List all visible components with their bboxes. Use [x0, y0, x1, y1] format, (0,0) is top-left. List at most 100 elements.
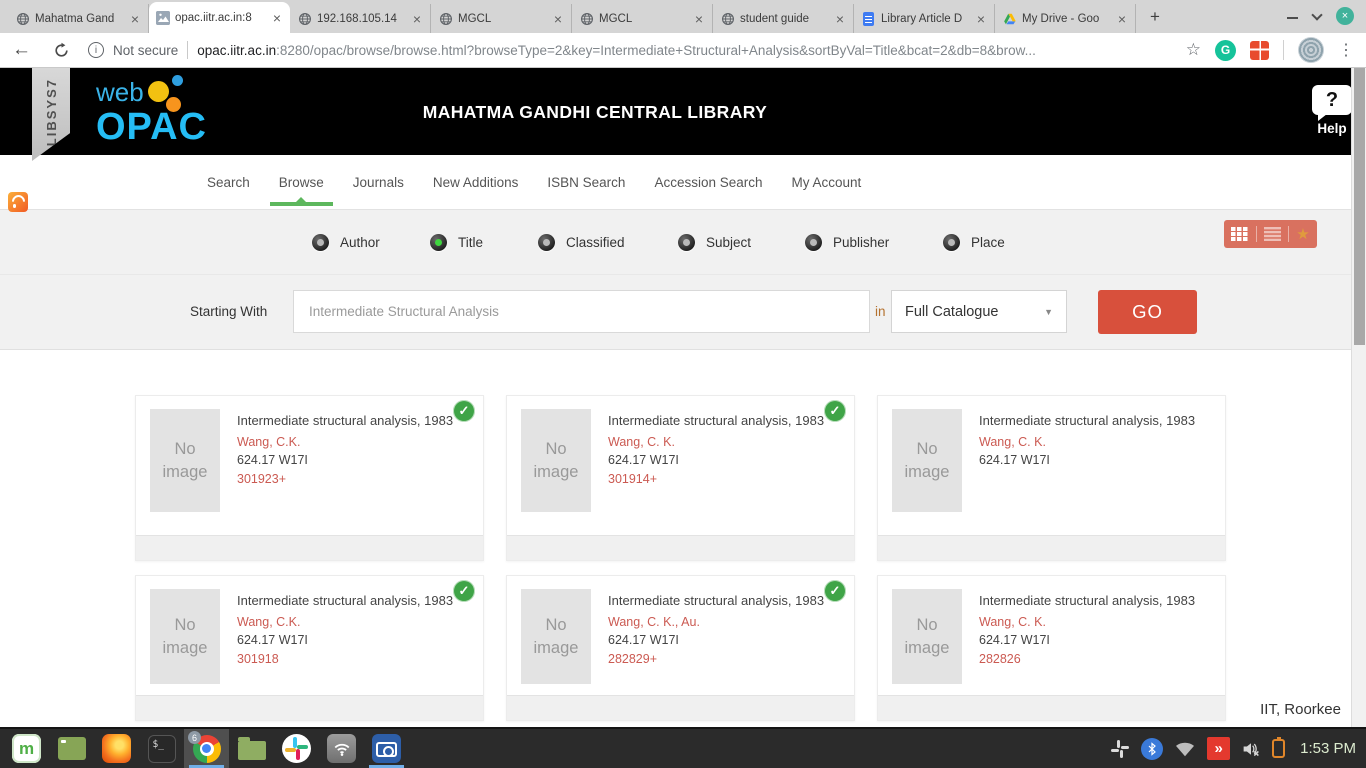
browser-menu-icon[interactable]: ⋮: [1338, 40, 1354, 60]
radio-icon[interactable]: [943, 234, 960, 251]
clock[interactable]: 1:53 PM: [1300, 740, 1356, 757]
radio-publisher[interactable]: Publisher: [805, 234, 889, 251]
nav-item-browse[interactable]: Browse: [279, 155, 324, 209]
result-card[interactable]: ✓ Noimage Intermediate structural analys…: [506, 395, 855, 561]
browser-tab-ip[interactable]: 192.168.105.14 ×: [290, 4, 431, 33]
book-call-number: 624.17 W17I: [979, 631, 1195, 650]
profile-avatar[interactable]: [1298, 37, 1324, 63]
screen: Mahatma Gand × opac.iitr.ac.in:8 × 192.1…: [0, 0, 1366, 768]
book-author[interactable]: Wang, C.K.: [237, 613, 453, 632]
grid-view-icon[interactable]: [1231, 227, 1248, 241]
result-card[interactable]: ✓ Noimage Intermediate structural analys…: [877, 575, 1226, 721]
browser-tab-mgcl-2[interactable]: MGCL ×: [572, 4, 713, 33]
restore-icon[interactable]: [1311, 9, 1322, 20]
book-accession[interactable]: 301918: [237, 650, 453, 669]
tab-close-icon[interactable]: ×: [129, 12, 141, 26]
nav-item-accession-search[interactable]: Accession Search: [654, 155, 762, 209]
firefox-icon[interactable]: [94, 729, 139, 768]
book-accession[interactable]: 282829+: [608, 650, 824, 669]
radio-subject[interactable]: Subject: [678, 234, 751, 251]
browser-tab-mgcl-1[interactable]: MGCL ×: [431, 4, 572, 33]
address-bar[interactable]: i Not secure opac.iitr.ac.in:8280/opac/b…: [88, 41, 1174, 59]
book-title: Intermediate structural analysis, 1983: [979, 591, 1195, 611]
list-view-icon[interactable]: [1264, 227, 1281, 241]
grammarly-extension-icon[interactable]: G: [1215, 40, 1236, 61]
nav-item-search[interactable]: Search: [207, 155, 250, 209]
book-author[interactable]: Wang, C.K.: [237, 433, 453, 452]
browser-tab-mahatma[interactable]: Mahatma Gand ×: [8, 4, 149, 33]
radio-author[interactable]: Author: [312, 234, 380, 251]
reload-icon[interactable]: [53, 42, 70, 59]
result-card[interactable]: ✓ Noimage Intermediate structural analys…: [506, 575, 855, 721]
book-accession[interactable]: 282826: [979, 650, 1195, 669]
tab-close-icon[interactable]: ×: [271, 11, 283, 25]
libsys-label: LIBSYS7: [44, 78, 59, 146]
volume-muted-icon[interactable]: [1241, 740, 1261, 758]
tab-close-icon[interactable]: ×: [411, 12, 423, 26]
slack-icon[interactable]: [274, 729, 319, 768]
book-accession[interactable]: 301923+: [237, 470, 453, 489]
radio-title[interactable]: Title: [430, 234, 483, 251]
help-icon[interactable]: ?: [1312, 85, 1352, 115]
browser-tab-my-drive[interactable]: My Drive - Goo ×: [995, 4, 1136, 33]
minimize-icon[interactable]: [1287, 17, 1298, 19]
radio-icon[interactable]: [312, 234, 329, 251]
result-card[interactable]: ✓ Noimage Intermediate structural analys…: [135, 575, 484, 721]
wifi-icon[interactable]: [1174, 740, 1196, 758]
tab-close-icon[interactable]: ×: [834, 12, 846, 26]
rss-icon[interactable]: [8, 192, 28, 212]
tab-close-icon[interactable]: ×: [552, 12, 564, 26]
radio-icon[interactable]: [430, 234, 447, 251]
webopac-logo[interactable]: web OPAC: [96, 79, 207, 146]
show-desktop-icon[interactable]: [49, 729, 94, 768]
battery-icon[interactable]: [1272, 739, 1285, 758]
extension-icon[interactable]: [1250, 41, 1269, 60]
network-icon[interactable]: [319, 729, 364, 768]
tab-close-icon[interactable]: ×: [975, 12, 987, 26]
result-card[interactable]: ✓ Noimage Intermediate structural analys…: [135, 395, 484, 561]
chrome-icon[interactable]: 6: [184, 729, 229, 768]
nav-item-my-account[interactable]: My Account: [792, 155, 862, 209]
check-icon: ✓: [453, 580, 475, 602]
browser-tab-opac[interactable]: opac.iitr.ac.in:8 ×: [149, 2, 290, 33]
browser-tab-library-article[interactable]: Library Article D ×: [854, 4, 995, 33]
mint-menu-icon[interactable]: m: [4, 729, 49, 768]
terminal-icon[interactable]: $_: [139, 729, 184, 768]
catalogue-scope-select[interactable]: Full Catalogue ▼: [891, 290, 1067, 333]
anydesk-icon[interactable]: »: [1207, 737, 1230, 760]
book-author[interactable]: Wang, C. K.: [608, 433, 824, 452]
book-accession[interactable]: 301914+: [608, 470, 824, 489]
radio-icon[interactable]: [538, 234, 555, 251]
tab-title: My Drive - Goo: [1022, 13, 1111, 25]
book-author[interactable]: Wang, C. K.: [979, 433, 1195, 452]
help-button[interactable]: ? Help: [1312, 85, 1352, 136]
radio-icon[interactable]: [678, 234, 695, 251]
files-icon[interactable]: [229, 729, 274, 768]
favorites-star-icon[interactable]: ★: [1296, 227, 1309, 242]
nav-item-isbn-search[interactable]: ISBN Search: [547, 155, 625, 209]
result-card[interactable]: ✓ Noimage Intermediate structural analys…: [877, 395, 1226, 561]
page-url[interactable]: opac.iitr.ac.in:8280/opac/browse/browse.…: [197, 43, 1036, 58]
radio-classified[interactable]: Classified: [538, 234, 625, 251]
radio-place[interactable]: Place: [943, 234, 1005, 251]
scrollbar-thumb[interactable]: [1354, 68, 1365, 345]
page-scrollbar[interactable]: [1351, 68, 1366, 727]
browse-key-input[interactable]: [293, 290, 870, 333]
tab-close-icon[interactable]: ×: [1116, 12, 1128, 26]
nav-item-journals[interactable]: Journals: [353, 155, 404, 209]
go-button[interactable]: GO: [1098, 290, 1197, 334]
bookmark-star-icon[interactable]: ☆: [1186, 40, 1201, 60]
close-window-icon[interactable]: ×: [1336, 7, 1354, 25]
bluetooth-icon[interactable]: [1141, 738, 1163, 760]
info-icon[interactable]: i: [88, 42, 104, 58]
slack-tray-icon[interactable]: [1110, 739, 1130, 759]
back-icon[interactable]: ←: [12, 39, 31, 61]
nav-item-new-additions[interactable]: New Additions: [433, 155, 519, 209]
screenshot-icon[interactable]: [364, 729, 409, 768]
book-author[interactable]: Wang, C. K., Au.: [608, 613, 824, 632]
book-author[interactable]: Wang, C. K.: [979, 613, 1195, 632]
browser-tab-student-guide[interactable]: student guide ×: [713, 4, 854, 33]
tab-close-icon[interactable]: ×: [693, 12, 705, 26]
radio-icon[interactable]: [805, 234, 822, 251]
new-tab-button[interactable]: +: [1136, 7, 1174, 33]
